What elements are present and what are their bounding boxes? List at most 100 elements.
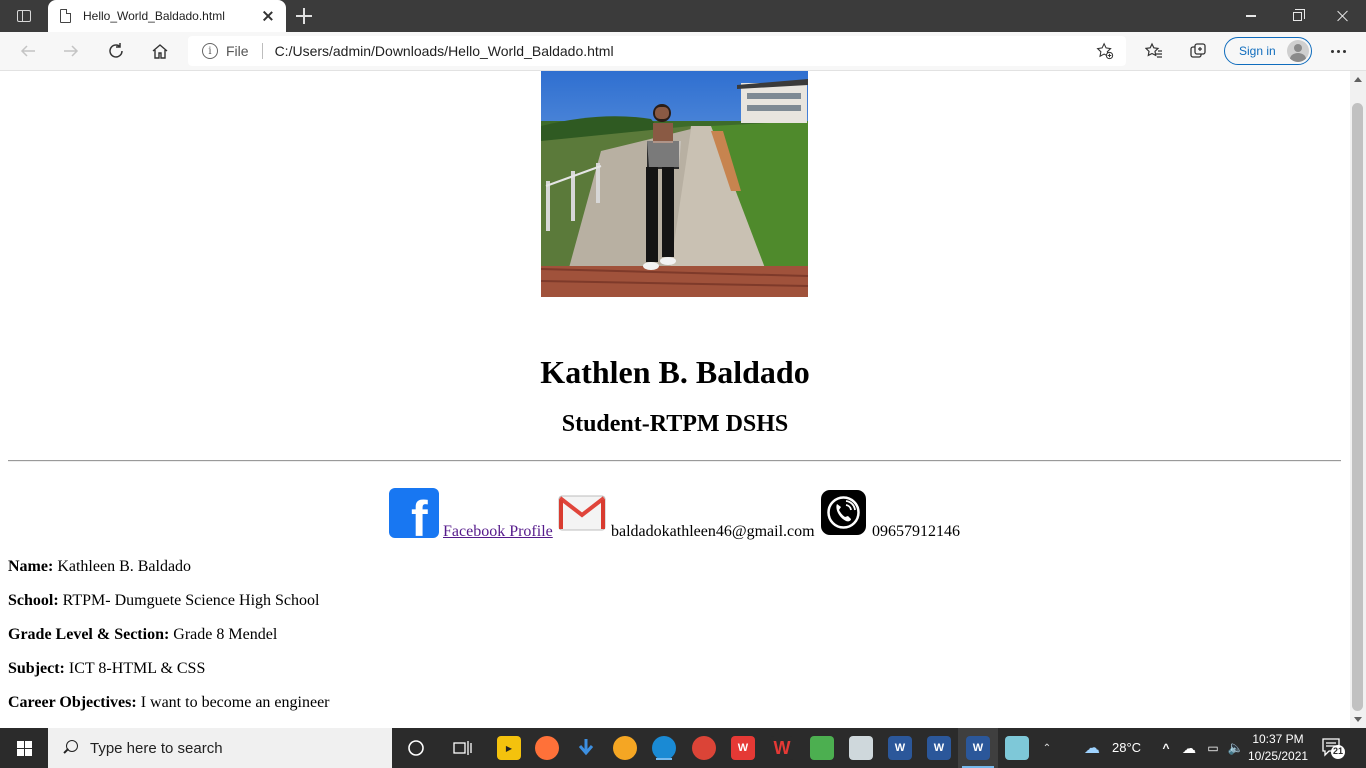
refresh-button[interactable] [101,37,131,65]
info-name: Name: Kathleen B. Baldado [8,557,330,591]
notification-count: 21 [1332,746,1343,756]
profile-photo [541,71,808,297]
scroll-up-icon[interactable] [1354,77,1362,82]
browser-app-icon[interactable] [613,736,637,760]
tab-title: Hello_World_Baldado.html [83,9,225,23]
clock-time: 10:37 PM [1252,732,1304,746]
start-button[interactable] [0,728,48,768]
chrome-icon[interactable] [692,736,716,760]
restore-button[interactable] [1274,0,1320,32]
taskbar-overflow-icon[interactable]: ⌃ [1040,736,1054,760]
notepad-app-icon[interactable] [1005,736,1029,760]
wps-app-icon[interactable]: W [731,736,755,760]
wps-writer-icon[interactable]: W [770,736,794,760]
sign-in-label: Sign in [1239,44,1276,58]
info-career-objectives: Career Objectives: I want to become an e… [8,693,330,727]
network-icon[interactable]: ▭ [1201,736,1225,760]
task-view-icon[interactable] [451,736,475,760]
volume-icon[interactable]: 🔈 [1224,736,1248,760]
info-value: ICT 8-HTML & CSS [64,660,206,677]
info-grade-section: Grade Level & Section: Grade 8 Mendel [8,625,330,659]
minimize-button[interactable] [1228,0,1274,32]
clock-date: 10/25/2021 [1248,749,1309,763]
minimize-icon [1246,15,1256,17]
info-value: Grade 8 Mendel [169,626,278,643]
info-label: Name: [8,558,54,575]
facebook-profile-link[interactable]: Facebook Profile [443,523,553,541]
refresh-icon [109,43,123,58]
avatar-icon [1287,40,1309,62]
home-icon [152,44,168,59]
close-icon [1337,10,1349,22]
browser-toolbar: i File C:/Users/admin/Downloads/Hello_Wo… [0,32,1366,71]
info-subject: Subject: ICT 8-HTML & CSS [8,659,330,693]
page-icon [60,9,71,23]
onedrive-icon[interactable]: ☁ [1177,736,1201,760]
collections-button[interactable] [1183,37,1213,65]
gmail-icon [558,495,606,531]
scroll-down-icon[interactable] [1354,717,1362,722]
address-separator [261,43,263,59]
info-school: School: RTPM- Dumguete Science High Scho… [8,591,330,625]
search-placeholder: Type here to search [90,739,223,757]
close-window-button[interactable] [1320,0,1366,32]
favorites-button[interactable] [1139,37,1169,65]
tab-actions-button[interactable] [6,4,42,28]
home-button[interactable] [145,37,175,65]
email-text: baldadokathleen46@gmail.com [611,523,815,540]
favorites-icon [1145,42,1162,58]
back-button[interactable] [13,37,43,65]
tab-actions-icon [17,10,31,22]
notification-center-button[interactable]: 21 [1320,736,1346,760]
back-arrow-icon [20,45,35,57]
info-value: Kathleen B. Baldado [53,558,192,575]
title-bar: Hello_World_Baldado.html [0,0,1366,32]
new-tab-button[interactable] [294,6,314,26]
cortana-icon[interactable] [404,736,428,760]
phone-icon [821,490,866,535]
firefox-icon[interactable] [535,736,559,760]
tray-chevron-icon[interactable]: ^ [1154,736,1178,760]
info-list: Name: Kathleen B. Baldado School: RTPM- … [8,557,330,727]
restore-icon [1292,8,1305,21]
weather-icon[interactable]: ☁ [1080,736,1104,760]
info-icon[interactable]: i [202,43,218,59]
phone-text: 09657912146 [872,523,960,540]
collections-icon [1190,43,1206,58]
vertical-scrollbar[interactable] [1350,71,1366,728]
add-favorite-button[interactable] [1094,40,1116,62]
address-url[interactable]: C:/Users/admin/Downloads/Hello_World_Bal… [275,43,1094,59]
sign-in-button[interactable]: Sign in [1224,37,1312,65]
forward-arrow-icon [64,45,79,57]
role-heading: Student-RTPM DSHS [561,411,789,437]
windows-icon [16,740,32,756]
address-scheme-label: File [226,43,249,59]
info-label: Subject: [8,660,65,677]
forward-button[interactable] [56,37,86,65]
page-viewport: Kathlen B. Baldado Student-RTPM DSHS f F… [0,71,1350,728]
settings-menu-button[interactable] [1326,37,1350,65]
horizontal-rule [8,460,1341,462]
game-app-icon[interactable] [849,736,873,760]
contact-row: f Facebook Profile baldadokathleen46@gma… [0,487,1350,543]
spreadsheet-app-icon[interactable] [810,736,834,760]
downloads-icon[interactable] [574,736,598,760]
close-tab-icon[interactable] [260,8,276,24]
taskbar: Type here to search ▶ W W W W W ⌃ ☁ 28°C… [0,728,1366,768]
player-app-icon[interactable]: ▶ [497,736,521,760]
edge-icon[interactable] [652,736,676,760]
weather-temp[interactable]: 28°C [1112,740,1141,755]
word-icon-2[interactable]: W [927,736,951,760]
info-label: Grade Level & Section: [8,626,170,643]
word-icon[interactable]: W [888,736,912,760]
facebook-icon[interactable]: f [389,488,439,538]
scrollbar-thumb[interactable] [1352,103,1363,711]
search-icon [62,740,78,756]
browser-tab[interactable]: Hello_World_Baldado.html [48,0,286,32]
system-clock[interactable]: 10:37 PM 10/25/2021 [1248,731,1308,765]
taskbar-search[interactable]: Type here to search [48,728,392,768]
address-bar[interactable]: i File C:/Users/admin/Downloads/Hello_Wo… [188,36,1126,66]
info-label: Career Objectives: [8,694,137,711]
word-icon-active[interactable]: W [958,728,998,768]
info-value: RTPM- Dumguete Science High School [58,592,320,609]
